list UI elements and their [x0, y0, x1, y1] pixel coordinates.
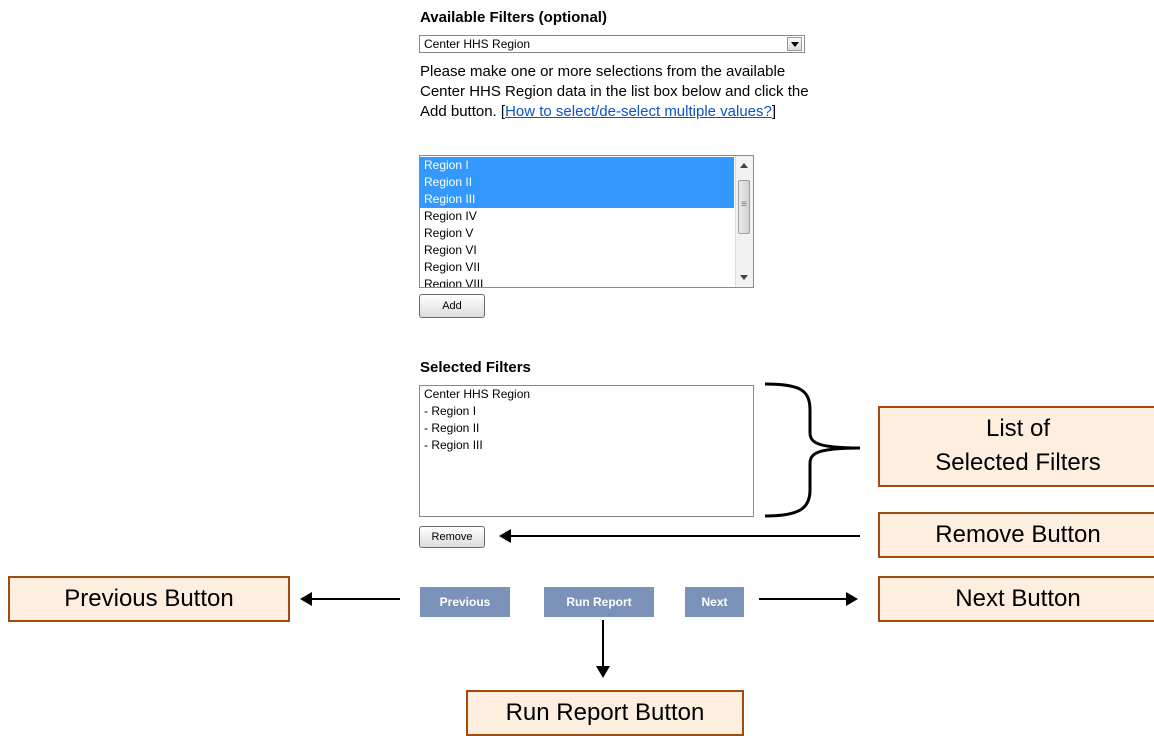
callout-list-selected-filters: List of Selected Filters: [878, 406, 1154, 487]
selected-filter-item[interactable]: Center HHS Region: [420, 386, 753, 403]
run-report-arrow-line: [602, 620, 604, 668]
remove-arrow-line: [509, 535, 860, 537]
selected-filters-list[interactable]: Center HHS Region - Region I- Region II - …: [419, 385, 754, 517]
selected-filter-item[interactable]: - Region III: [420, 437, 753, 454]
help-link[interactable]: How to select/de-select multiple values?: [505, 103, 772, 120]
previous-arrow-line: [310, 598, 400, 600]
listbox-option[interactable]: Region VIII: [420, 276, 734, 287]
listbox-options: Region I Region II Region III Region IV Regi…: [420, 157, 734, 287]
listbox-option[interactable]: Region V: [420, 225, 734, 242]
add-button[interactable]: Add: [419, 294, 485, 318]
listbox-option[interactable]: Region VII: [420, 259, 734, 276]
listbox-scrollbar[interactable]: [735, 156, 753, 287]
callout-list-line1: List of: [985, 415, 1051, 442]
remove-button[interactable]: Remove: [419, 526, 485, 548]
listbox-option[interactable]: Region III: [420, 191, 734, 208]
callout-previous-button: Previous Button: [8, 576, 290, 622]
bracket-annotation: [764, 382, 861, 518]
selected-filter-item[interactable]: - Region II: [420, 420, 753, 437]
scroll-thumb[interactable]: [738, 180, 750, 234]
next-button[interactable]: Next: [685, 587, 744, 617]
scroll-down-icon[interactable]: [740, 275, 748, 280]
callout-run-report-button: Run Report Button: [466, 690, 744, 736]
selected-filter-item[interactable]: - Region I: [420, 403, 753, 420]
callout-remove-button: Remove Button: [878, 512, 1154, 558]
chevron-down-icon[interactable]: [787, 37, 802, 51]
listbox-option[interactable]: Region II: [420, 174, 734, 191]
next-arrow-line: [759, 598, 849, 600]
filter-category-select[interactable]: Center HHS Region: [419, 35, 805, 53]
callout-next-button: Next Button: [878, 576, 1154, 622]
listbox-option[interactable]: Region I: [420, 157, 734, 174]
available-filters-heading: Available Filters (optional): [420, 9, 607, 26]
instructions-text: Please make one or more selections from …: [420, 62, 820, 122]
callout-list-line2: Selected Filters: [935, 449, 1101, 476]
selected-filters-heading: Selected Filters: [420, 359, 531, 376]
run-report-button[interactable]: Run Report: [544, 587, 654, 617]
instructions-end: ]: [771, 103, 777, 120]
previous-button[interactable]: Previous: [420, 587, 510, 617]
arrow-right-icon: [846, 592, 858, 606]
scroll-up-icon[interactable]: [740, 163, 748, 168]
arrow-down-icon: [596, 666, 610, 678]
selected-filters-lines: Center HHS Region - Region I- Region II - …: [420, 386, 753, 454]
listbox-option[interactable]: Region VI: [420, 242, 734, 259]
listbox-option[interactable]: Region IV: [420, 208, 734, 225]
filter-category-value: Center HHS Region: [424, 37, 531, 51]
available-values-listbox[interactable]: Region I Region II Region III Region IV Regi…: [419, 155, 754, 288]
